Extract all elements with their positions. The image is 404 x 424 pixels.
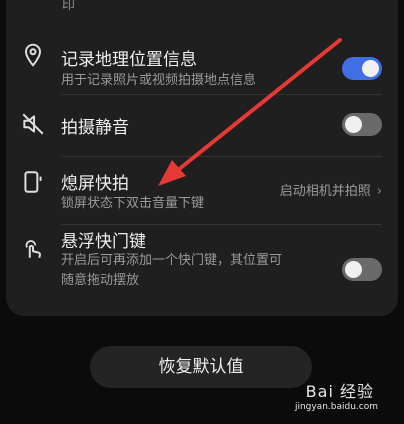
toggle-knob [345,116,362,133]
row-title: 熄屏快拍 [61,174,129,194]
floating-shutter-icon [20,235,46,261]
clipped-text-fragment: 印 [62,0,76,13]
location-toggle[interactable] [342,57,382,80]
floating-shutter-toggle[interactable] [342,258,382,281]
value-text: 启动相机并拍照 [279,184,371,199]
location-pin-icon [20,42,46,68]
snapshot-mode-value[interactable]: 启动相机并拍照 › [280,180,382,199]
row-title: 记录地理位置信息 [61,50,197,70]
row-subtitle: 锁屏状态下双击音量下键 [61,196,205,211]
reset-defaults-button[interactable]: 恢复默认值 [90,346,312,388]
toggle-knob [345,261,362,278]
row-screen-off-snapshot[interactable]: 熄屏快拍 锁屏状态下双击音量下键 启动相机并拍照 › [6,157,398,221]
row-subtitle: 用于记录照片或视频拍摄地点信息 [61,73,257,88]
row-mute-shutter[interactable]: 拍摄静音 [6,95,398,153]
settings-card: 印 记录地理位置信息 用于记录照片或视频拍摄地点信息 拍摄静音 熄屏快拍 锁屏状… [6,0,398,316]
row-title: 悬浮快门键 [61,232,146,252]
row-subtitle-line1: 开启后可再添加一个快门键，其位置可 [61,253,283,268]
row-title: 拍摄静音 [61,118,129,138]
mute-toggle[interactable] [342,113,382,136]
row-floating-shutter[interactable]: 悬浮快门键 开启后可再添加一个快门键，其位置可 随意拖动摆放 [6,225,398,305]
row-subtitle-line2: 随意拖动摆放 [61,273,140,288]
volume-button-icon [20,169,46,195]
watermark-brand: Bai 经验 [305,382,374,401]
row-location-info[interactable]: 记录地理位置信息 用于记录照片或视频拍摄地点信息 [6,30,398,92]
toggle-knob [362,60,379,77]
watermark-url: jingyan.baidu.com [294,402,378,412]
chevron-right-icon: › [376,184,382,199]
mute-icon [20,111,46,137]
